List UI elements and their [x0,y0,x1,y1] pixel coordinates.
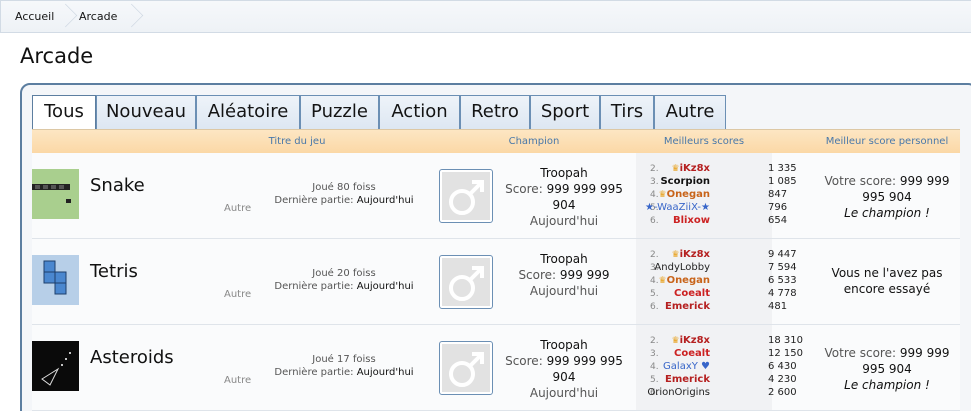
tab-autre[interactable]: Autre [654,95,726,129]
tetris-thumbnail[interactable] [32,255,79,305]
champion-score: 999 999 995 904 [546,182,623,212]
last-played-label: Dernière partie: [274,195,354,206]
breadcrumb-current[interactable]: Arcade [79,1,117,32]
champion-note: Le champion ! [844,378,930,392]
tab-retro[interactable]: Retro [460,95,530,129]
header-personal-best: Meilleur score personnel [825,136,949,147]
play-count: Joué 20 foiss [312,268,376,279]
score-entry: 5. Emerick 4 230 [650,374,797,385]
score-entry: 2. ♛iKz8x 9 447 [650,249,797,260]
champion-name[interactable]: Troopah [492,337,636,353]
score-entry: 3. AndyLobby 7 594 [650,262,797,273]
male-symbol-icon [442,258,490,306]
last-played-label: Dernière partie: [274,367,354,378]
male-symbol-icon [442,344,490,392]
champion-name[interactable]: Troopah [492,165,636,181]
score-label: Score: [518,268,557,282]
header-best-scores: Meilleurs scores [663,136,745,147]
score-entry: 4. ♛Onegan 6 533 [650,275,797,286]
tab-tirs[interactable]: Tirs [600,95,654,129]
tab-puzzle[interactable]: Puzzle [300,95,379,129]
crown-icon: ♛ [671,164,680,174]
best-scores-list: 2. ♛iKz8x 1 335 3. Scorpion 1 085 4. ♛Onegan 8… [636,153,797,238]
best-scores-list: 2. ♛iKz8x 9 447 3. AndyLobby 7 594 4. ♛Onegan… [636,239,797,324]
score-label: Score: [505,354,543,368]
game-row-asteroids: Asteroids Autre Joué 17 foiss Dernière p… [32,325,960,411]
game-name[interactable]: Snake [90,175,145,196]
score-entry: 6. Blixow 654 [650,215,788,226]
personal-score-label: Votre score: [824,346,897,360]
score-entry: 6. Emerick 481 [650,301,788,312]
header-title: Titre du jeu [268,136,326,147]
champion-date: Aujourd'hui [529,284,599,298]
play-stats: Joué 80 foiss Dernière partie: Aujourd'h… [264,181,424,207]
champion-date: Aujourd'hui [529,214,599,228]
score-entry: 5. Coealt 4 778 [650,288,797,299]
header-champion: Champion [508,136,560,147]
champion-name[interactable]: Troopah [492,251,636,267]
game-row-tetris: Tetris Autre Joué 20 foiss Dernière part… [32,239,960,325]
personal-score-label: Votre score: [824,174,897,188]
game-name[interactable]: Asteroids [90,347,174,368]
breadcrumb-separator-icon [66,1,80,32]
score-entry: 2. ♛iKz8x 1 335 [650,163,797,174]
crown-icon: ♛ [671,250,680,260]
champion-avatar[interactable] [439,255,493,309]
crown-icon: ♛ [658,276,667,286]
personal-best: Votre score: 999 999 995 904 Le champion… [814,345,960,393]
last-played-label: Dernière partie: [274,281,354,292]
champion-info: Troopah Score: 999 999 995 904 Aujourd'h… [492,337,636,401]
game-row-snake: Snake Autre Joué 80 foiss Dernière parti… [32,153,960,239]
game-category[interactable]: Autre [224,289,251,300]
play-stats: Joué 20 foiss Dernière partie: Aujourd'h… [264,267,424,293]
champion-info: Troopah Score: 999 999 Aujourd'hui [492,251,636,299]
champion-info: Troopah Score: 999 999 995 904 Aujourd'h… [492,165,636,229]
score-label: Score: [505,182,543,196]
score-entry: 6. OrionOrigins 2 600 [647,387,797,398]
last-played-value: Aujourd'hui [356,281,414,292]
crown-icon: ♛ [671,336,680,346]
game-category[interactable]: Autre [224,375,251,386]
tab-tous[interactable]: Tous [32,95,96,130]
arcade-panel: Tous Nouveau Aléatoire Puzzle Action Ret… [20,83,971,411]
play-count: Joué 80 foiss [312,182,376,193]
tab-aleatoire[interactable]: Aléatoire [196,95,300,129]
personal-best: Votre score: 999 999 995 904 Le champion… [814,173,960,221]
male-symbol-icon [442,172,490,220]
score-entry: 3. Scorpion 1 085 [650,176,797,187]
breadcrumb: Accueil Arcade [0,0,971,33]
last-played-value: Aujourd'hui [356,195,414,206]
champion-score: 999 999 995 904 [546,354,623,384]
champion-note: Le champion ! [844,206,930,220]
score-entry: 2. ♛iKz8x 18 310 [650,335,803,346]
champion-avatar[interactable] [439,341,493,395]
score-entry: 4. GalaxY ♥ 6 430 [650,361,797,372]
score-entry: 5. ★-WaaZiiX-★ 796 [644,202,788,213]
champion-date: Aujourd'hui [529,386,599,400]
personal-best: Vous ne l'avez pas encore essayé [814,265,960,297]
asteroids-thumbnail[interactable] [32,341,79,391]
table-header: Titre du jeu Champion Meilleurs scores M… [32,129,960,153]
play-count: Joué 17 foiss [312,354,376,365]
crown-icon: ♛ [658,190,667,200]
best-scores-list: 2. ♛iKz8x 18 310 3. Coealt 12 150 4. GalaxY ♥… [636,325,803,410]
champion-score: 999 999 [559,268,610,282]
breadcrumb-home[interactable]: Accueil [15,1,54,32]
champion-avatar[interactable] [439,169,493,223]
last-played-value: Aujourd'hui [356,367,414,378]
breadcrumb-separator-icon [132,1,146,32]
not-tried-message: Vous ne l'avez pas encore essayé [831,266,943,296]
score-entry: 4. ♛Onegan 847 [650,189,788,200]
game-name[interactable]: Tetris [90,261,138,282]
snake-thumbnail[interactable] [32,169,79,219]
tab-nouveau[interactable]: Nouveau [96,95,196,129]
games-table: Titre du jeu Champion Meilleurs scores M… [32,129,960,411]
tab-action[interactable]: Action [379,95,460,129]
page-title: Arcade [20,44,94,68]
play-stats: Joué 17 foiss Dernière partie: Aujourd'h… [264,353,424,379]
score-entry: 3. Coealt 12 150 [650,348,803,359]
tab-sport[interactable]: Sport [530,95,600,129]
game-category[interactable]: Autre [224,203,251,214]
